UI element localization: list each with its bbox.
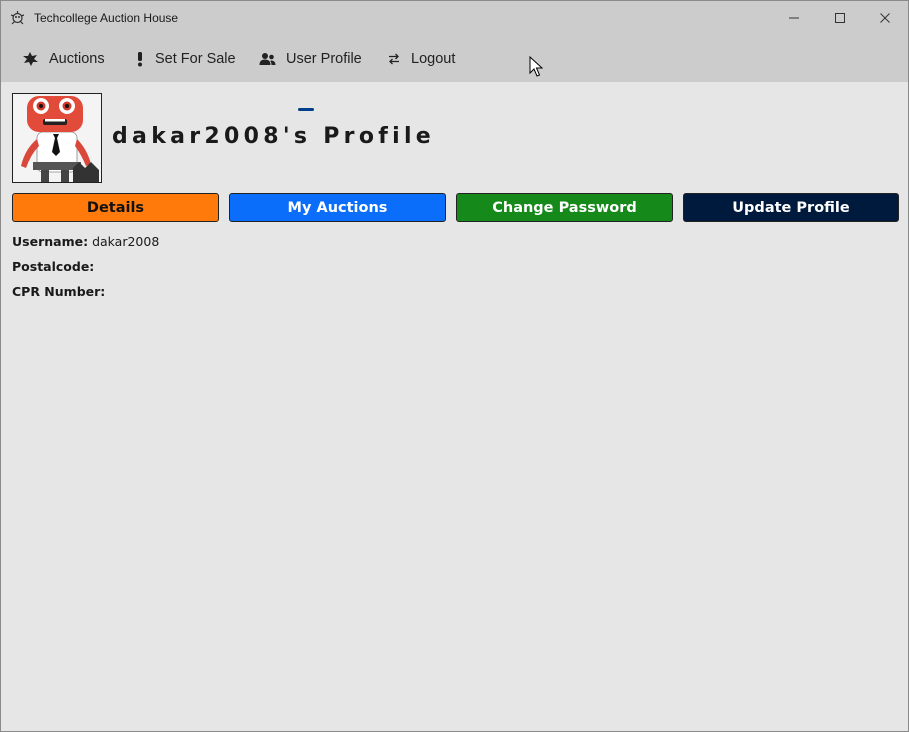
gavel-icon [22,51,39,67]
nav-label-set-for-sale: Set For Sale [155,50,236,67]
change-password-button[interactable]: Change Password [456,193,673,222]
nav-bar: Auctions Set For Sale User Profile Logou… [1,35,908,111]
cpr-number-row: CPR Number: [12,284,105,299]
nav-item-auctions[interactable]: Auctions [22,35,105,82]
nav-item-logout[interactable]: Logout [387,35,455,82]
users-icon [259,52,276,66]
postalcode-label: Postalcode: [12,259,95,274]
mouse-cursor-icon [529,55,544,78]
details-button[interactable]: Details [12,193,219,222]
exclamation-icon [135,51,145,67]
avatar [12,93,102,183]
minimize-icon [789,17,799,19]
nav-label-user-profile: User Profile [286,50,362,67]
active-tab-indicator [298,108,314,111]
my-auctions-button[interactable]: My Auctions [229,193,446,222]
app-window: Techcollege Auction House Auctions Set F… [0,0,909,732]
update-profile-button[interactable]: Update Profile [683,193,899,222]
app-logo-icon [9,10,26,27]
minimize-button[interactable] [771,1,817,35]
title-bar: Techcollege Auction House [1,1,908,35]
window-title: Techcollege Auction House [34,11,179,25]
page-title: dakar2008's Profile [112,124,436,149]
maximize-button[interactable] [817,1,863,35]
nav-label-logout: Logout [411,50,456,67]
nav-item-user-profile[interactable]: User Profile [259,35,362,82]
username-row: Username: dakar2008 [12,234,159,249]
swap-arrows-icon [387,52,401,66]
username-value: dakar2008 [92,234,160,249]
close-icon [880,13,890,23]
username-label: Username: [12,234,89,249]
maximize-icon [835,13,845,23]
nav-item-set-for-sale[interactable]: Set For Sale [135,35,236,82]
nav-label-auctions: Auctions [49,50,105,67]
close-button[interactable] [862,1,908,35]
postalcode-row: Postalcode: [12,259,94,274]
cpr-number-label: CPR Number: [12,284,106,299]
